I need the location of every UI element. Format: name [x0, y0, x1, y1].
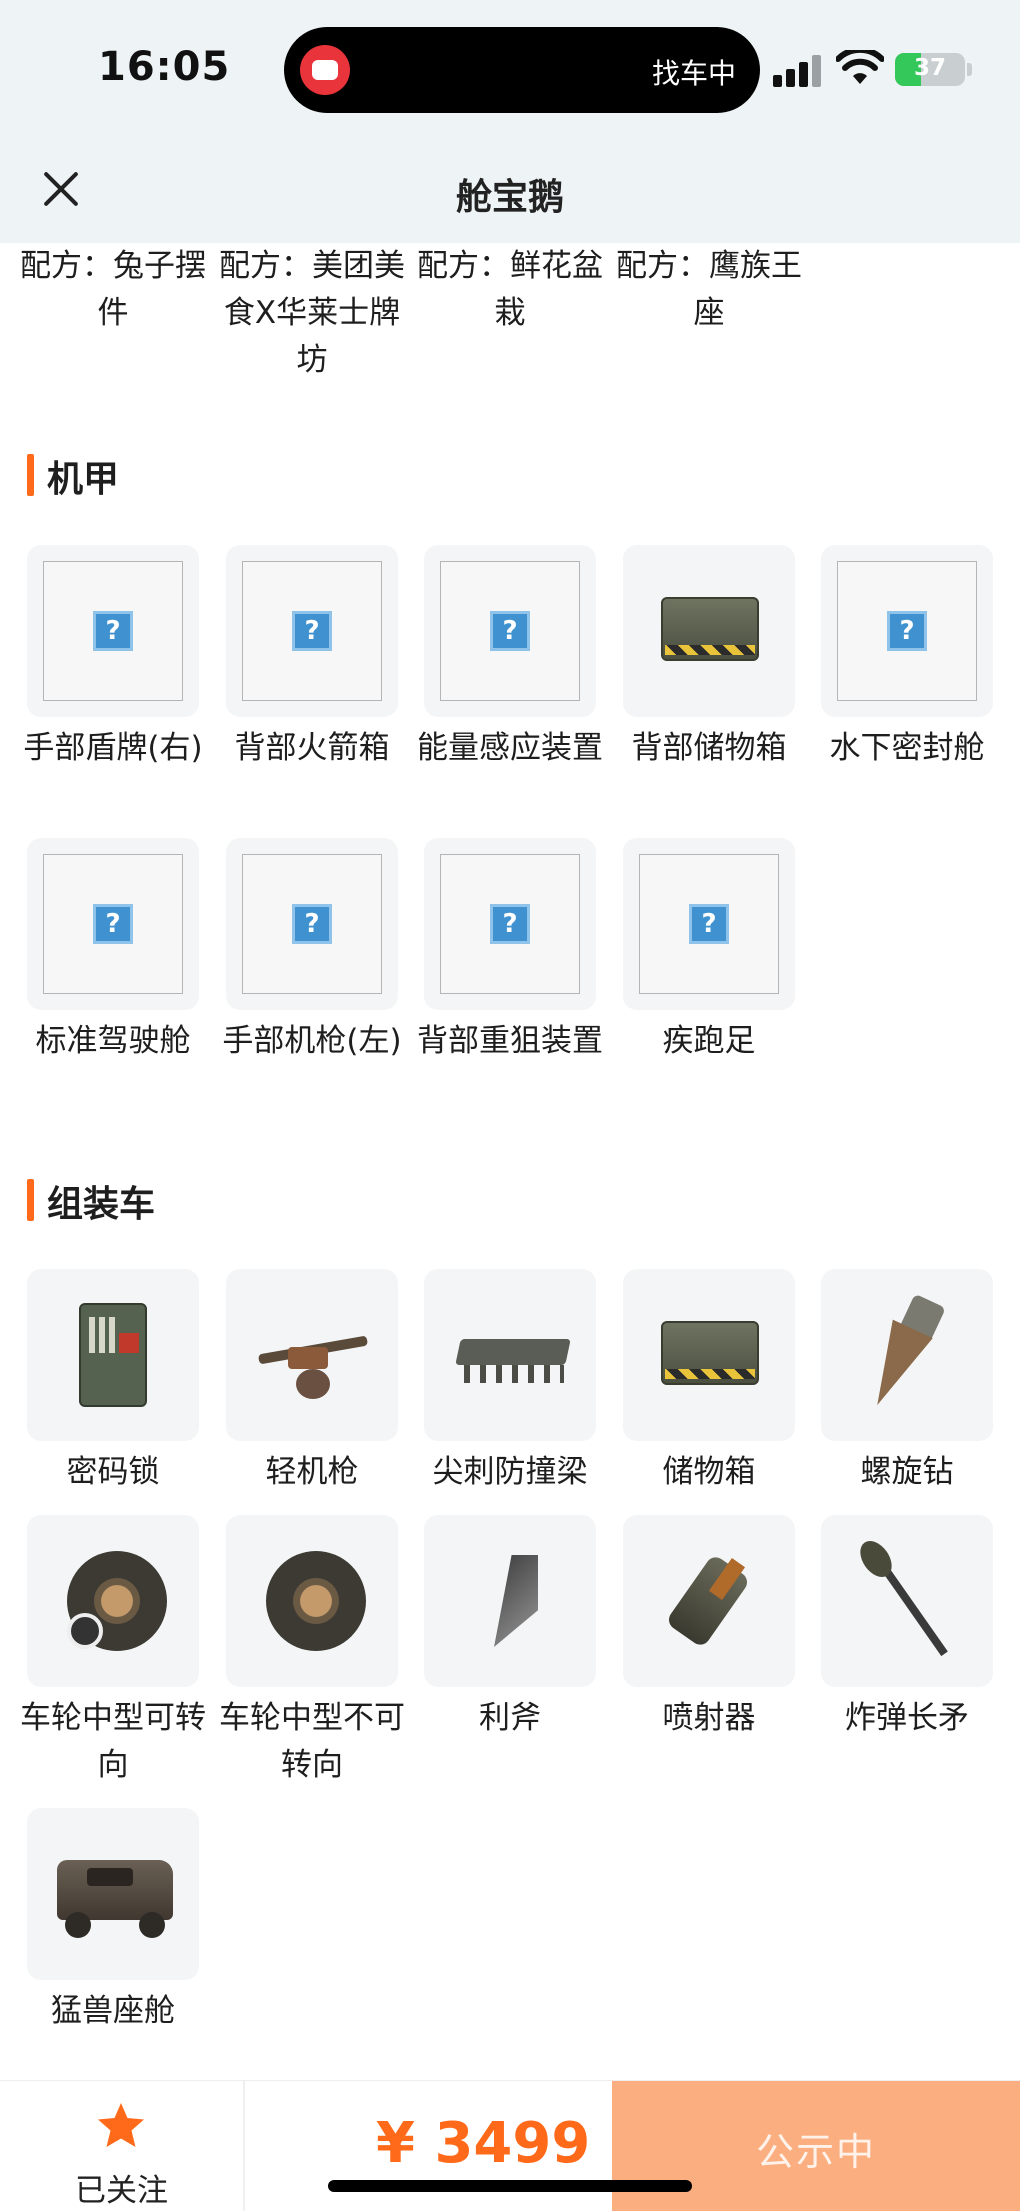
wifi-icon — [836, 50, 884, 84]
app-icon — [300, 45, 350, 95]
broken-image-icon: ? — [27, 545, 199, 717]
page-title: 舱宝鹅 — [455, 177, 564, 218]
recipe-label: 配方：美团美食X华莱士牌坊 — [219, 248, 405, 378]
item-label: 标准驾驶舱 — [35, 1023, 191, 1059]
storage-box-icon — [623, 1269, 795, 1441]
item-label: 利斧 — [479, 1700, 541, 1736]
follow-button[interactable]: 已关注 — [0, 2081, 243, 2211]
broken-image-icon: ? — [424, 545, 596, 717]
beast-cockpit-icon — [27, 1808, 199, 1980]
battery-cap — [967, 63, 972, 76]
item-label: 疾跑足 — [662, 1023, 756, 1059]
section-title-vehicle: 组装车 — [27, 1175, 155, 1227]
item-label: 背部储物箱 — [631, 730, 787, 766]
item-label: 能量感应装置 — [417, 730, 603, 766]
item-label: 炸弹长矛 — [845, 1700, 969, 1736]
recipe-label: 配方：鲜花盆栽 — [417, 248, 603, 331]
section-title-mech: 机甲 — [27, 450, 119, 502]
price: ¥ 3499 — [376, 2111, 591, 2176]
drill-icon — [821, 1269, 993, 1441]
cellular-signal-icon — [773, 55, 825, 87]
light-machine-gun-icon — [226, 1269, 398, 1441]
broken-image-icon: ? — [424, 838, 596, 1010]
broken-image-icon: ? — [226, 838, 398, 1010]
content-scroll[interactable]: 配方：兔子摆件 配方：美团美食X华莱士牌坊 配方：鲜花盆栽 配方：鹰族王座 机甲… — [0, 243, 1020, 2080]
wheel-icon — [226, 1515, 398, 1687]
item-label: 手部机枪(左) — [222, 1023, 402, 1059]
top-bar: 16:05 找车中 37 舱宝鹅 — [0, 0, 1020, 243]
status-label: 公示中 — [755, 2130, 876, 2174]
dynamic-island[interactable]: 找车中 — [284, 27, 760, 113]
storage-box-icon — [623, 545, 795, 717]
item-label: 密码锁 — [66, 1454, 160, 1490]
status-time: 16:05 — [98, 44, 231, 90]
broken-image-icon: ? — [623, 838, 795, 1010]
spiked-bumper-icon — [424, 1269, 596, 1441]
item-label: 背部火箭箱 — [234, 730, 390, 766]
thruster-icon — [623, 1515, 795, 1687]
item-label: 喷射器 — [662, 1700, 756, 1736]
keypad-lock-icon — [27, 1269, 199, 1441]
item-label: 背部重狙装置 — [417, 1023, 603, 1059]
item-label: 尖刺防撞梁 — [432, 1454, 588, 1490]
item-label: 螺旋钻 — [860, 1454, 954, 1490]
broken-image-icon: ? — [226, 545, 398, 717]
follow-label: 已关注 — [75, 2173, 168, 2209]
battery-icon: 37 — [895, 53, 965, 86]
bottom-divider — [243, 2081, 245, 2211]
island-status-text: 找车中 — [651, 57, 736, 90]
broken-image-icon: ? — [821, 545, 993, 717]
item-label: 车轮中型可转向 — [20, 1700, 206, 1783]
item-label: 车轮中型不可转向 — [219, 1700, 405, 1783]
broken-image-icon: ? — [27, 838, 199, 1010]
axe-blade-icon — [424, 1515, 596, 1687]
star-icon — [98, 2103, 144, 2147]
recipe-label: 配方：兔子摆件 — [20, 248, 206, 331]
bomb-spear-icon — [821, 1515, 993, 1687]
item-label: 水下密封舱 — [829, 730, 985, 766]
item-label: 手部盾牌(右) — [23, 730, 203, 766]
item-label: 猛兽座舱 — [51, 1993, 175, 2029]
home-indicator[interactable] — [328, 2180, 692, 2192]
battery-level: 37 — [913, 55, 946, 81]
item-label: 轻机枪 — [265, 1454, 359, 1490]
wheel-icon — [27, 1515, 199, 1687]
recipe-label: 配方：鹰族王座 — [616, 248, 802, 331]
item-label: 储物箱 — [662, 1454, 756, 1490]
